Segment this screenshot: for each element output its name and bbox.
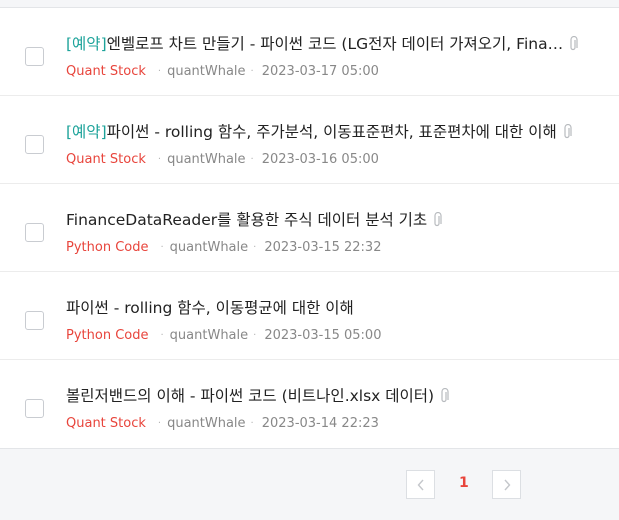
list-item: [예약]엔벨로프 차트 만들기 - 파이썬 코드 (LG전자 데이터 가져오기,… — [0, 8, 619, 96]
attachment-icon — [432, 212, 442, 228]
meta-separator: · — [157, 418, 162, 429]
select-checkbox[interactable] — [25, 311, 44, 330]
author-name: quantWhale — [167, 416, 246, 431]
reserved-tag: [예약] — [66, 35, 107, 53]
attachment-icon — [562, 124, 572, 140]
category-link[interactable]: Python Code — [66, 327, 148, 345]
select-checkbox[interactable] — [25, 47, 44, 66]
current-page-number[interactable]: 1 — [459, 475, 469, 491]
meta-separator: · — [250, 66, 254, 77]
post-title: 엔벨로프 차트 만들기 - 파이썬 코드 (LG전자 데이터 가져오기, Fin… — [106, 35, 564, 53]
select-checkbox[interactable] — [25, 135, 44, 154]
category-link[interactable]: Quant Stock — [66, 151, 146, 169]
list-item: [예약]파이썬 - rolling 함수, 주가분석, 이동표준편차, 표준편차… — [0, 96, 619, 184]
post-date: 2023-03-16 05:00 — [261, 152, 379, 167]
meta-separator: · — [157, 66, 162, 77]
reserved-tag: [예약] — [66, 123, 107, 141]
post-title-link[interactable]: FinanceDataReader를 활용한 주식 데이터 분석 기초 — [66, 208, 586, 232]
meta-separator: · — [160, 330, 164, 341]
post-list: [예약]엔벨로프 차트 만들기 - 파이썬 코드 (LG전자 데이터 가져오기,… — [0, 8, 619, 449]
author-name: quantWhale — [167, 64, 246, 79]
meta-separator: · — [160, 242, 164, 253]
post-title-link[interactable]: 파이썬 - rolling 함수, 이동평균에 대한 이해 — [66, 296, 586, 320]
post-title: 파이썬 - rolling 함수, 이동평균에 대한 이해 — [66, 299, 354, 317]
chevron-right-icon — [503, 479, 510, 490]
top-divider — [0, 0, 619, 8]
meta-separator: · — [157, 154, 162, 165]
select-checkbox[interactable] — [25, 399, 44, 418]
select-checkbox[interactable] — [25, 223, 44, 242]
post-date: 2023-03-15 22:32 — [264, 240, 382, 255]
meta-separator: · — [253, 242, 257, 253]
list-item: FinanceDataReader를 활용한 주식 데이터 분석 기초 Pyth… — [0, 184, 619, 272]
post-title-link[interactable]: [예약]엔벨로프 차트 만들기 - 파이썬 코드 (LG전자 데이터 가져오기,… — [66, 32, 586, 56]
post-date: 2023-03-14 22:23 — [261, 416, 379, 431]
post-title-link[interactable]: [예약]파이썬 - rolling 함수, 주가분석, 이동표준편차, 표준편차… — [66, 120, 586, 144]
pagination: 1 — [0, 470, 619, 500]
post-title: 볼린저밴드의 이해 - 파이썬 코드 (비트나인.xlsx 데이터) — [66, 387, 435, 405]
list-item: 볼린저밴드의 이해 - 파이썬 코드 (비트나인.xlsx 데이터) Quant… — [0, 360, 619, 448]
meta-separator: · — [250, 418, 254, 429]
post-title: FinanceDataReader를 활용한 주식 데이터 분석 기초 — [66, 211, 428, 229]
post-date: 2023-03-17 05:00 — [261, 64, 379, 79]
meta-separator: · — [253, 330, 257, 341]
author-name: quantWhale — [169, 328, 249, 343]
list-item: 파이썬 - rolling 함수, 이동평균에 대한 이해 Python Cod… — [0, 272, 619, 360]
category-link[interactable]: Python Code — [66, 239, 148, 257]
author-name: quantWhale — [167, 152, 246, 167]
category-link[interactable]: Quant Stock — [66, 63, 146, 81]
meta-separator: · — [250, 154, 254, 165]
category-link[interactable]: Quant Stock — [66, 415, 146, 433]
post-title-link[interactable]: 볼린저밴드의 이해 - 파이썬 코드 (비트나인.xlsx 데이터) — [66, 384, 586, 408]
chevron-left-icon — [417, 479, 424, 490]
prev-page-button[interactable] — [406, 470, 435, 499]
attachment-icon — [439, 388, 449, 404]
post-title: 파이썬 - rolling 함수, 주가분석, 이동표준편차, 표준편차에 대한… — [106, 123, 557, 141]
next-page-button[interactable] — [492, 470, 521, 499]
post-date: 2023-03-15 05:00 — [264, 328, 382, 343]
author-name: quantWhale — [169, 240, 249, 255]
attachment-icon — [568, 36, 578, 52]
